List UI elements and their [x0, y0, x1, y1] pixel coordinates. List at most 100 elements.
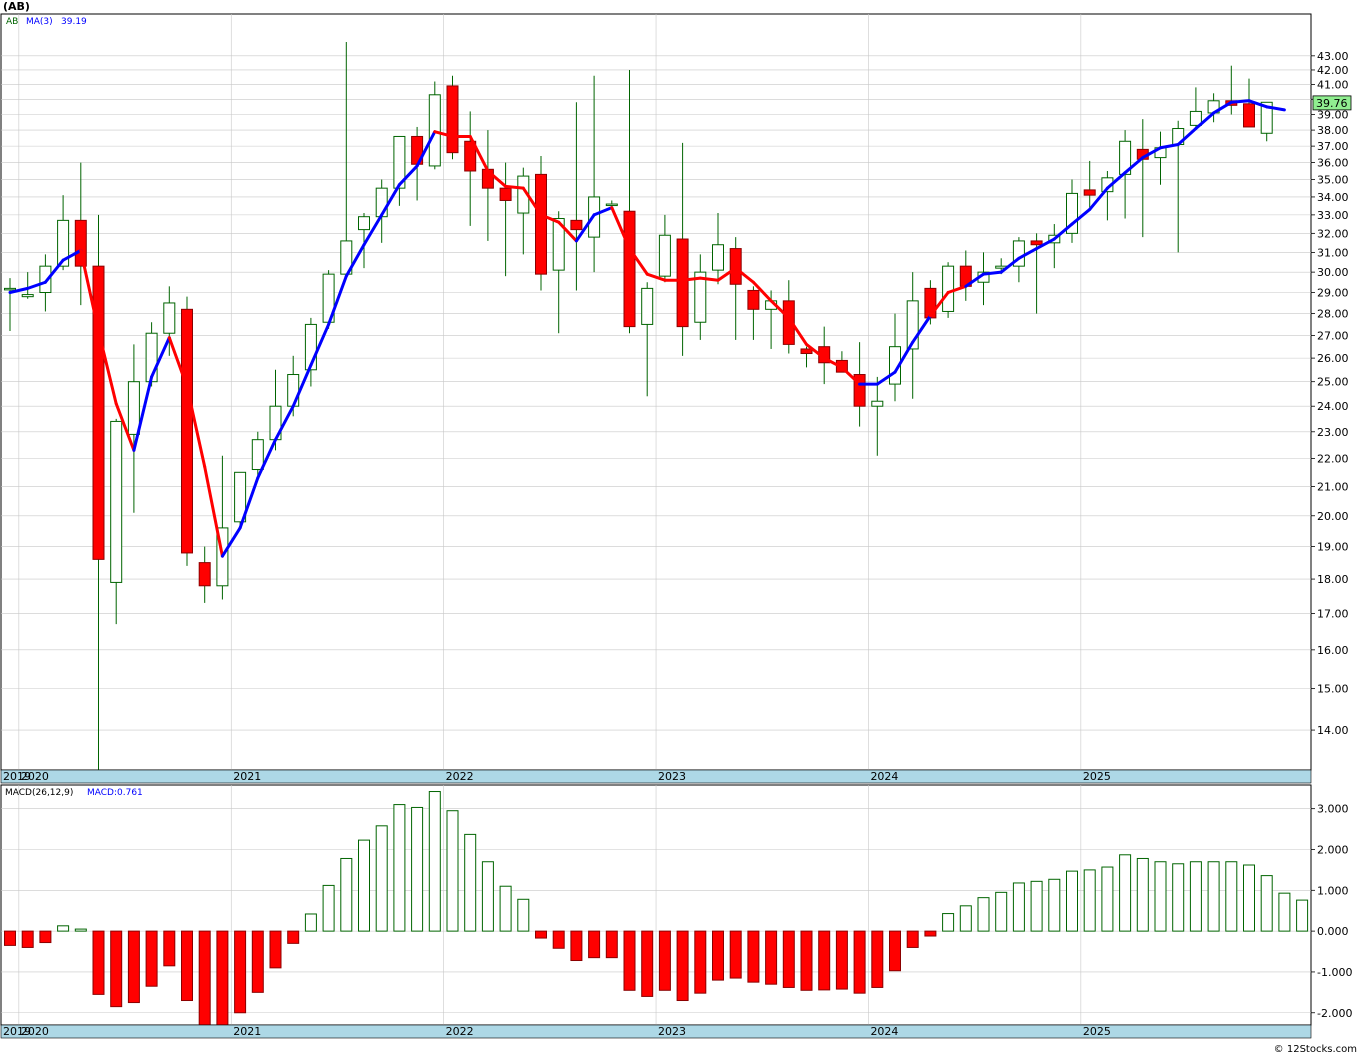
- macd-bar-positive: [959, 905, 972, 932]
- candle-up: [942, 265, 955, 312]
- price-tick-label: 22.00: [1317, 452, 1349, 465]
- macd-bar-positive: [1048, 878, 1061, 932]
- macd-bar-negative: [21, 930, 34, 948]
- legend-ma-value: 39.19: [61, 17, 87, 27]
- macd-bar-negative: [871, 930, 884, 988]
- macd-tick-label: -2.000: [1317, 1007, 1352, 1020]
- macd-bar-positive: [375, 825, 388, 932]
- price-tick-label: 42.00: [1317, 64, 1349, 77]
- candle-up: [358, 216, 370, 231]
- candle-down: [623, 210, 636, 328]
- last-price-label: 39.76: [1316, 97, 1348, 110]
- macd-bar-negative: [835, 930, 848, 990]
- candle-up: [712, 244, 724, 271]
- macd-bar-negative: [676, 930, 689, 1002]
- macd-legend-value: MACD:0.761: [87, 788, 143, 798]
- x-axis-label: 2023: [658, 770, 686, 783]
- x-axis-label: 2024: [870, 770, 898, 783]
- macd-bar-positive: [1296, 899, 1309, 932]
- chart-title: (AB): [3, 0, 30, 13]
- macd-tick-label: 3.000: [1317, 803, 1349, 816]
- macd-bar-positive: [1189, 861, 1202, 932]
- stock-chart: (AB) 14.00 15.00 16.00 17.00 18.00 19.00 20.00…: [0, 0, 1360, 1056]
- price-tick-label: 24.00: [1317, 400, 1349, 413]
- macd-bar-negative: [234, 930, 247, 1014]
- price-tick-label: 18.00: [1317, 573, 1349, 586]
- price-tick-label: 30.00: [1317, 266, 1349, 279]
- macd-bar-negative: [906, 930, 919, 948]
- candle-up: [110, 420, 123, 583]
- macd-bar-positive: [1066, 870, 1078, 932]
- price-tick-label: 16.00: [1317, 644, 1349, 657]
- macd-bar-positive: [358, 839, 370, 932]
- price-tick-label: 28.00: [1317, 308, 1349, 321]
- macd-bar-positive: [977, 897, 990, 932]
- macd-bar-positive: [1243, 864, 1255, 932]
- macd-bar-positive: [74, 928, 87, 932]
- macd-bar-negative: [641, 930, 654, 997]
- price-tick-label: 27.00: [1317, 329, 1349, 342]
- price-tick-label: 37.00: [1317, 140, 1349, 153]
- candle-up: [658, 234, 671, 277]
- x-axis-label: 2021: [233, 1025, 261, 1038]
- macd-bar-positive: [1012, 882, 1025, 932]
- x-axis-label: 2022: [446, 1025, 474, 1038]
- price-tick-label: 21.00: [1317, 480, 1349, 493]
- macd-bar-negative: [782, 930, 795, 988]
- macd-bar-negative: [39, 930, 52, 944]
- macd-bar-negative: [623, 930, 636, 991]
- price-tick-label: 35.00: [1317, 174, 1349, 187]
- candle-down: [570, 219, 583, 231]
- macd-bar-positive: [464, 833, 477, 932]
- candle-down: [446, 85, 459, 154]
- macd-tick-label: 1.000: [1317, 884, 1349, 897]
- candle-up: [641, 287, 654, 325]
- macd-bar-negative: [853, 930, 866, 994]
- price-tick-label: 25.00: [1317, 376, 1349, 389]
- price-tick-label: 32.00: [1317, 227, 1349, 240]
- ma-segment: [698, 276, 720, 282]
- macd-legend-label: MACD(26,12,9): [5, 788, 73, 798]
- macd-bar-negative: [127, 930, 140, 1004]
- macd-bar-positive: [1101, 866, 1114, 932]
- x-axis-label: 2025: [1083, 770, 1111, 783]
- macd-bar-positive: [340, 857, 353, 932]
- macd-bar-positive: [1083, 869, 1096, 932]
- candle-up: [251, 439, 264, 471]
- candle-up: [605, 203, 618, 207]
- x-axis-label: 2025: [1083, 1025, 1111, 1038]
- price-tick-label: 20.00: [1317, 510, 1349, 523]
- price-x-axis-band: [0, 769, 1312, 784]
- price-tick-label: 26.00: [1317, 352, 1349, 365]
- macd-bar-positive: [1278, 892, 1291, 932]
- macd-bar-positive: [57, 925, 70, 932]
- macd-bar-positive: [1207, 861, 1220, 932]
- macd-bar-positive: [1136, 857, 1149, 932]
- macd-tick-label: 0.000: [1317, 925, 1349, 938]
- macd-bar-negative: [694, 930, 707, 994]
- candle-up: [163, 302, 176, 334]
- macd-bar-positive: [428, 791, 441, 932]
- macd-bar-positive: [942, 913, 955, 932]
- macd-bar-positive: [304, 913, 317, 932]
- price-legend: AB MA(3) 39.19: [6, 17, 87, 27]
- macd-bar-negative: [712, 930, 724, 981]
- macd-bar-negative: [605, 930, 618, 959]
- price-tick-label: 43.00: [1317, 50, 1349, 63]
- candle-down: [499, 187, 512, 201]
- macd-bar-negative: [800, 930, 813, 991]
- legend-symbol: AB: [6, 17, 18, 27]
- candle-down: [1030, 240, 1043, 246]
- macd-bar-negative: [818, 930, 831, 991]
- macd-x-axis-band: [0, 1024, 1312, 1039]
- x-axis-label: 2022: [446, 770, 474, 783]
- legend-ma-label: MA(3): [26, 17, 53, 27]
- price-tick-label: 19.00: [1317, 541, 1349, 554]
- macd-bar-positive: [1154, 861, 1167, 932]
- price-tick-label: 31.00: [1317, 246, 1349, 259]
- price-tick-label: 23.00: [1317, 426, 1349, 439]
- ma-segment: [982, 270, 1003, 276]
- macd-bar-negative: [269, 930, 282, 969]
- candle-down: [1083, 189, 1096, 196]
- macd-bar-negative: [181, 930, 193, 1002]
